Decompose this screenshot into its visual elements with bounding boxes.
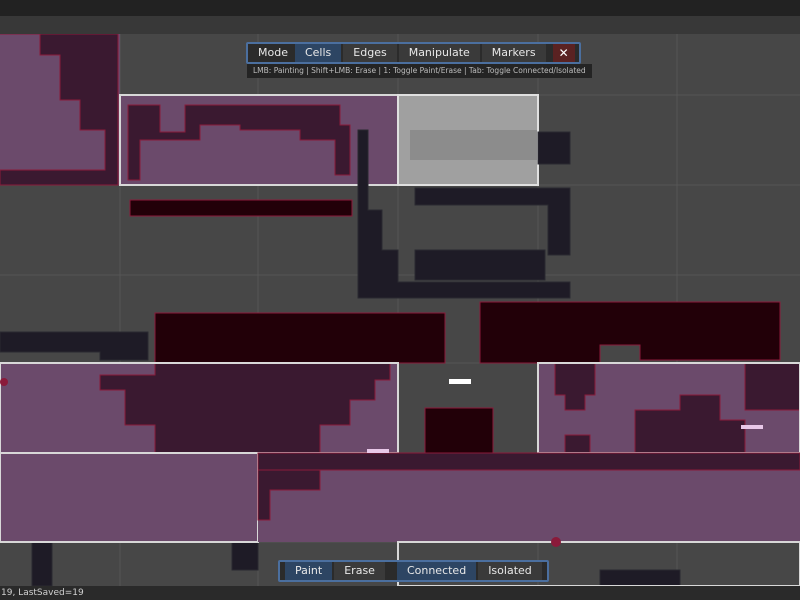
tab-strip <box>0 16 800 34</box>
mode-label: Mode <box>258 46 288 59</box>
map-canvas[interactable] <box>0 34 800 586</box>
status-bar: 19, LastSaved=19 <box>0 586 800 600</box>
isolated-button[interactable]: Isolated <box>478 562 542 580</box>
manipulate-button[interactable]: Manipulate <box>398 44 480 62</box>
markers-button[interactable]: Markers <box>481 44 546 62</box>
room-top-left[interactable] <box>0 34 120 186</box>
room-selected[interactable] <box>397 94 539 186</box>
close-icon[interactable]: ✕ <box>552 44 575 62</box>
connected-button[interactable]: Connected <box>396 562 477 580</box>
map-viewport[interactable] <box>0 34 800 586</box>
brush-toolbar: Paint Erase Connected Isolated <box>278 560 549 582</box>
room-bottom-left[interactable] <box>0 452 259 543</box>
window-title-bar <box>0 0 800 17</box>
keyboard-hint: LMB: Painting | Shift+LMB: Erase | 1: To… <box>247 64 592 78</box>
cells-button[interactable]: Cells <box>294 44 342 62</box>
room-middle-left[interactable] <box>0 362 399 454</box>
room-middle-right[interactable] <box>537 362 800 454</box>
mode-toolbar: Mode Cells Edges Manipulate Markers ✕ <box>246 42 581 64</box>
paint-button[interactable]: Paint <box>285 562 333 580</box>
room-top-middle[interactable] <box>119 94 399 186</box>
erase-button[interactable]: Erase <box>334 562 385 580</box>
edges-button[interactable]: Edges <box>343 44 397 62</box>
